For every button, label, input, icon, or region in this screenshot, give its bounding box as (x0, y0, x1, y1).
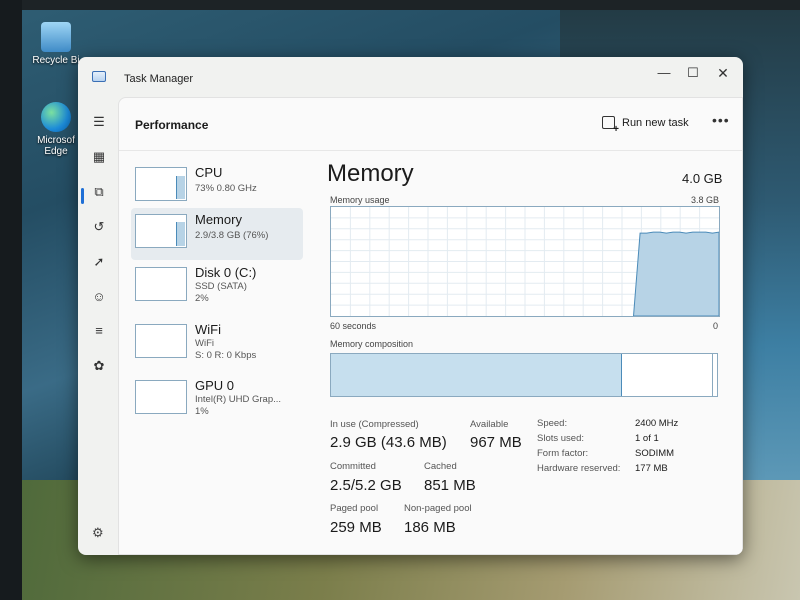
resource-item-cpu[interactable]: CPU 73% 0.80 GHz (131, 161, 303, 213)
resource-thumbnail-graph (135, 167, 187, 201)
spec-value: 2400 MHz (635, 418, 679, 429)
stat-label: Paged pool (330, 503, 379, 514)
resource-detail-2: S: 0 R: 0 Kbps (195, 350, 257, 361)
composition-in-use (331, 354, 622, 396)
settings-gear-icon[interactable]: ⚙ (92, 525, 104, 541)
performance-icon[interactable]: ⧉ (86, 180, 112, 204)
memory-usage-max: 3.8 GB (691, 195, 720, 205)
screen-bezel-left (0, 0, 22, 600)
run-new-task-label: Run new task (622, 116, 689, 129)
resource-name: Memory (195, 212, 242, 227)
resource-name: WiFi (195, 322, 221, 337)
resource-detail: 2.9/3.8 GB (76%) (195, 230, 269, 241)
stat-value: 967 MB (470, 434, 522, 451)
stat-label: In use (Compressed) (330, 419, 419, 430)
resource-detail: 73% 0.80 GHz (195, 183, 257, 194)
title-bar[interactable]: Task Manager — ☐ ✕ (78, 57, 743, 97)
resource-detail: Intel(R) UHD Grap... (195, 394, 282, 405)
detail-title: Memory (327, 160, 414, 187)
spec-value: 177 MB (635, 463, 668, 474)
stat-label: Available (470, 419, 509, 430)
stat-value: 2.5/5.2 GB (330, 477, 402, 494)
resource-name: GPU 0 (195, 378, 235, 393)
app-history-icon[interactable]: ↺ (86, 215, 112, 239)
nav-sidebar: ☰ ▦ ⧉ ↺ ➚ ☺ ≡ ✿ ⚙ (78, 97, 118, 555)
hamburger-menu-icon[interactable]: ☰ (86, 110, 112, 134)
stat-value: 851 MB (424, 477, 476, 494)
desktop-icon-edge[interactable]: Microsof Edge (28, 102, 84, 157)
resource-level-fill (176, 222, 185, 246)
maximize-button[interactable]: ☐ (676, 63, 710, 83)
memory-usage-area (633, 231, 719, 316)
services-icon[interactable]: ✿ (86, 354, 112, 378)
details-icon[interactable]: ≡ (86, 319, 112, 343)
resource-detail: SSD (SATA) (195, 281, 247, 292)
window-title: Task Manager (124, 73, 194, 85)
resource-item-disk[interactable]: Disk 0 (C:) SSD (SATA) 2% (131, 261, 303, 313)
stat-value: 186 MB (404, 519, 456, 536)
resource-thumbnail-graph (135, 380, 187, 414)
spec-label: Speed: (537, 418, 568, 429)
run-task-icon (602, 116, 619, 135)
stat-label: Cached (424, 461, 457, 472)
nav-active-indicator (81, 188, 84, 204)
resource-item-wifi[interactable]: WiFi WiFi S: 0 R: 0 Kbps (131, 318, 303, 370)
memory-usage-graph (330, 206, 720, 317)
performance-panel: Performance Run new task ••• CPU 73% 0.8… (118, 97, 743, 555)
composition-standby (622, 354, 713, 396)
more-options-button[interactable]: ••• (712, 112, 730, 128)
spec-label: Form factor: (537, 448, 589, 459)
desktop-icon-recycle-bin[interactable]: Recycle Bi (28, 22, 84, 66)
page-title: Performance (135, 118, 209, 132)
stat-label: Committed (330, 461, 376, 472)
graph-time-right: 0 (713, 321, 719, 331)
resource-thumbnail-graph (135, 267, 187, 301)
graph-time-left: 60 seconds (330, 321, 377, 331)
desktop-icon-label: Recycle Bi (32, 55, 80, 66)
spec-label: Hardware reserved: (537, 463, 621, 474)
resource-thumbnail-graph (135, 214, 187, 248)
header-divider (119, 150, 742, 151)
memory-composition-label: Memory composition (330, 339, 414, 349)
screen-bezel-top (0, 0, 800, 10)
desktop-icon-label: Microsof Edge (37, 135, 75, 157)
spec-label: Slots used: (537, 433, 584, 444)
recycle-bin-icon (41, 22, 71, 52)
processes-icon[interactable]: ▦ (86, 145, 112, 169)
run-new-task-button[interactable]: Run new task (602, 116, 689, 135)
memory-total: 4.0 GB (682, 171, 723, 186)
resource-detail: WiFi (195, 338, 214, 349)
memory-composition-bar (330, 353, 718, 397)
resource-detail-2: 2% (195, 293, 209, 304)
resource-detail-2: 1% (195, 406, 209, 417)
startup-apps-icon[interactable]: ➚ (86, 250, 112, 274)
resource-item-gpu[interactable]: GPU 0 Intel(R) UHD Grap... 1% (131, 374, 303, 426)
memory-usage-svg (331, 207, 719, 316)
memory-usage-label: Memory usage (330, 195, 390, 205)
edge-browser-icon (41, 102, 71, 132)
spec-value: SODIMM (635, 448, 675, 459)
resource-thumbnail-graph (135, 324, 187, 358)
stat-value: 2.9 GB (43.6 MB) (330, 434, 447, 451)
spec-value: 1 of 1 (635, 433, 659, 444)
resource-item-memory[interactable]: Memory 2.9/3.8 GB (76%) (131, 208, 303, 260)
users-icon[interactable]: ☺ (86, 285, 112, 309)
resource-name: CPU (195, 165, 223, 180)
resource-level-fill (176, 176, 185, 199)
close-button[interactable]: ✕ (706, 63, 740, 83)
stat-value: 259 MB (330, 519, 382, 536)
task-manager-app-icon (92, 71, 106, 82)
task-manager-window: Task Manager — ☐ ✕ ☰ ▦ ⧉ ↺ ➚ ☺ ≡ ✿ ⚙ Per… (78, 57, 743, 555)
resource-name: Disk 0 (C:) (195, 265, 257, 280)
stat-label: Non-paged pool (404, 503, 472, 514)
